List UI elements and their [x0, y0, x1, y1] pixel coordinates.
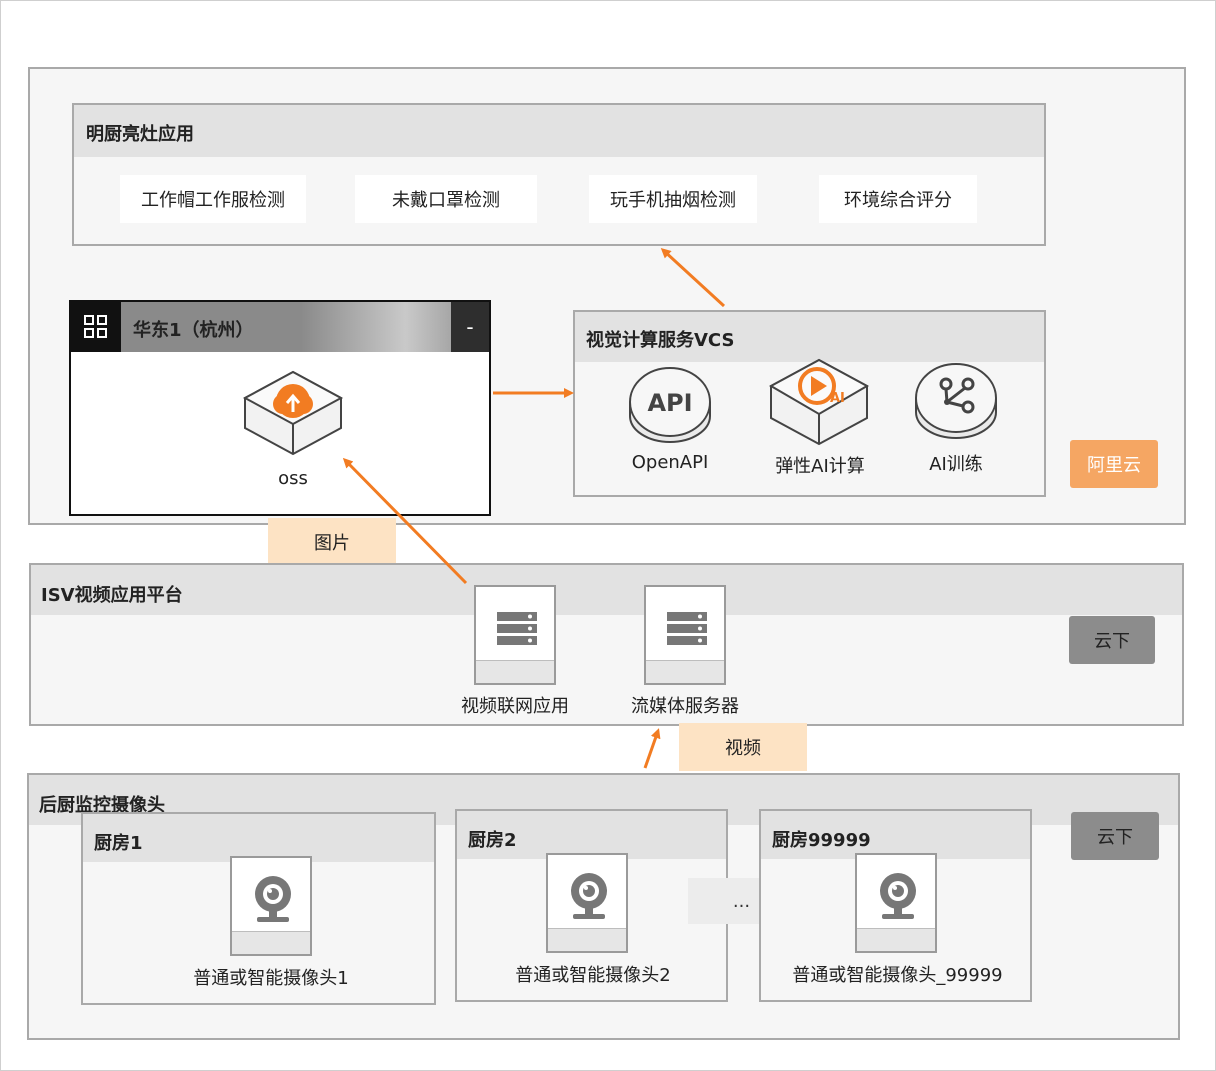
camera-label: 普通或智能摄像头_99999 — [792, 965, 1003, 986]
isv-title: ISV视频应用平台 — [41, 585, 183, 606]
camera-device — [855, 853, 937, 953]
kitchen-offcloud-tag: 云下 — [1071, 812, 1159, 860]
webcam-icon — [571, 873, 607, 919]
service-openapi: OpenAPI — [631, 452, 709, 473]
camera-device — [546, 853, 628, 953]
service-elastic-ai: 弹性AI计算 — [775, 456, 865, 477]
isv-panel: ISV视频应用平台 — [29, 563, 1184, 726]
kitchen-room-99999: 厨房99999 普通或智能摄像头_99999 — [759, 809, 1032, 1002]
api-icon-text: API — [647, 389, 692, 417]
feature-hat-uniform: 工作帽工作服检测 — [120, 175, 306, 223]
image-tag: 图片 — [268, 518, 396, 566]
webcam-icon — [880, 873, 916, 919]
room-title: 厨房99999 — [772, 830, 871, 851]
app-panel-title: 明厨亮灶应用 — [86, 124, 194, 145]
room-title: 厨房2 — [468, 830, 517, 851]
api-icon: API — [629, 367, 711, 443]
vcs-panel: 视觉计算服务VCS API AI OpenAPI 弹性AI计算 AI训练 — [573, 310, 1046, 497]
feature-no-mask: 未戴口罩检测 — [355, 175, 537, 223]
server-icon — [667, 612, 707, 645]
app-panel: 明厨亮灶应用 工作帽工作服检测 未戴口罩检测 玩手机抽烟检测 环境综合评分 — [72, 103, 1046, 246]
region-collapse-button[interactable]: - — [451, 302, 489, 352]
kitchen-room-1: 厨房1 普通或智能摄像头1 — [81, 812, 436, 1005]
feature-phone-smoking: 玩手机抽烟检测 — [589, 175, 757, 223]
webcam-icon — [255, 876, 291, 922]
video-network-label: 视频联网应用 — [461, 696, 569, 717]
camera-device — [230, 856, 312, 956]
video-tag: 视频 — [679, 723, 807, 771]
vcs-title: 视觉计算服务VCS — [586, 330, 735, 351]
isv-offcloud-tag: 云下 — [1069, 616, 1155, 664]
oss-icon — [242, 370, 344, 456]
feature-environment-score: 环境综合评分 — [819, 175, 977, 223]
ai-compute-icon: AI — [768, 358, 870, 446]
camera-label: 普通或智能摄像头1 — [193, 968, 349, 989]
ai-icon-text: AI — [830, 391, 845, 406]
region-panel: 华东1（杭州） - oss — [69, 300, 491, 516]
server-icon — [497, 612, 537, 645]
camera-label: 普通或智能摄像头2 — [515, 965, 671, 986]
video-network-server — [474, 585, 556, 685]
streaming-server — [644, 585, 726, 685]
grid-icon — [71, 302, 121, 352]
ai-training-icon — [915, 363, 997, 439]
room-title: 厨房1 — [94, 833, 143, 854]
oss-label: oss — [278, 468, 308, 489]
region-title: 华东1（杭州） — [133, 320, 254, 341]
service-ai-training: AI训练 — [929, 454, 983, 475]
cloud-tag: 阿里云 — [1070, 440, 1158, 488]
streaming-server-label: 流媒体服务器 — [631, 696, 739, 717]
